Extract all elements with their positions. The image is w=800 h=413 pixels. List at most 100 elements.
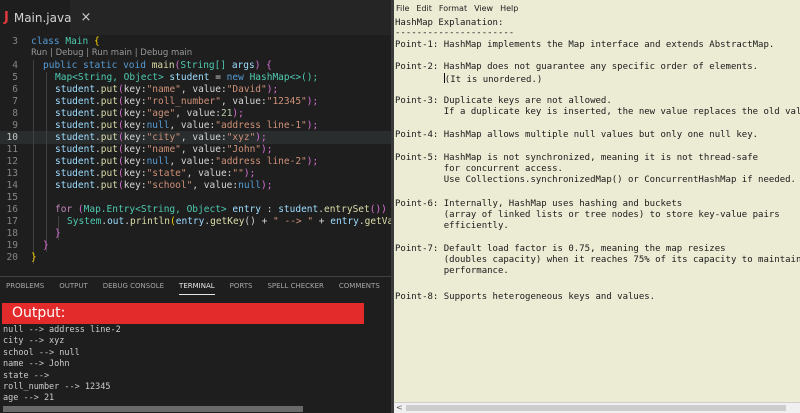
variable: entry — [330, 216, 359, 227]
code-line[interactable]: 5 Map<String, Object> student = new HashM… — [0, 72, 391, 84]
code-line[interactable]: 9 student.put(key:null, value:"address li… — [0, 120, 391, 132]
code-line[interactable]: 11 student.put(key:"name", value:"John"); — [0, 144, 391, 156]
operator: + — [313, 216, 331, 227]
variable: student — [55, 108, 96, 119]
code-line[interactable]: 10 student.put(key:"city", value:"xyz"); — [0, 132, 391, 144]
code-line[interactable]: 16 for (Map.Entry<String, Object> entry :… — [0, 204, 391, 216]
line-number: 10 — [6, 132, 18, 143]
code-text: Map<String, Object> student = new HashMa… — [55, 72, 318, 84]
keyword: public static void — [43, 60, 146, 71]
map-key: "name" — [146, 84, 181, 95]
type: Map<String, Object> — [55, 72, 164, 83]
codelens-run-debug[interactable]: Run | Debug | Run main | Debug main — [31, 48, 192, 58]
line-number: 4 — [12, 60, 18, 71]
operator: () + — [244, 216, 274, 227]
scrollbar-thumb[interactable] — [406, 405, 786, 411]
inlay-hint: value: — [232, 96, 267, 107]
map-key: "state" — [146, 168, 187, 179]
panel-tab-ports[interactable]: PORTS — [230, 277, 253, 295]
variable: student — [278, 204, 319, 215]
code-line[interactable]: 6 student.put(key:"name", value:"David"); — [0, 84, 391, 96]
comma: , — [186, 168, 199, 179]
paren: ); — [243, 168, 256, 179]
menu-edit[interactable]: Edit — [416, 2, 432, 15]
panel-tabs: PROBLEMS OUTPUT DEBUG CONSOLE TERMINAL PORTS… — [0, 277, 391, 295]
line-number: 15 — [6, 192, 18, 203]
notepad-line: performance. — [395, 266, 509, 276]
inlay-hint: value: — [180, 156, 216, 167]
field: out — [107, 216, 125, 227]
inlay-hint: key: — [123, 180, 147, 191]
map-key: "city" — [146, 132, 181, 143]
code-line[interactable]: 4 public static void main(String[] args) … — [0, 60, 391, 72]
code-text: } — [55, 228, 61, 240]
panel-tab-debug-console[interactable]: DEBUG CONSOLE — [103, 277, 164, 295]
method-call: put — [100, 144, 118, 155]
code-line[interactable]: 7 student.put(key:"roll_number", value:"1… — [0, 96, 391, 108]
inlay-hint: key: — [123, 132, 147, 143]
method-call: getValue — [364, 216, 391, 227]
operator: = — [215, 72, 221, 83]
paren: ); — [261, 144, 273, 155]
map-value: "" — [232, 168, 244, 179]
terminal-horizontal-scrollbar[interactable] — [3, 406, 303, 412]
code-line[interactable]: 8 student.put(key:"age", value:21); — [0, 108, 391, 120]
java-icon: J — [4, 10, 9, 25]
code-line[interactable]: 20} — [0, 252, 391, 264]
code-line[interactable]: 14 student.put(key:"school", value:null); — [0, 180, 391, 192]
variable: entry — [232, 204, 261, 215]
code-line[interactable]: 12 student.put(key:null, value:"address l… — [0, 156, 391, 168]
inlay-hint: key: — [123, 108, 147, 119]
output-line: city --> xyz — [3, 336, 65, 347]
scroll-left-arrow-icon[interactable]: < — [396, 403, 403, 413]
code-line[interactable]: 13 student.put(key:"state", value:""); — [0, 168, 391, 180]
comma: , — [175, 108, 187, 119]
class-name: System — [67, 216, 102, 227]
code-text: student.put(key:"roll_number", value:"12… — [55, 96, 318, 108]
brace: } — [31, 252, 37, 263]
brace: } — [43, 240, 49, 251]
notepad-horizontal-scrollbar[interactable]: < — [394, 402, 800, 413]
notepad-line: (It is unordered.) — [443, 73, 543, 85]
notepad-line: Point-5: HashMap is not synchronized, me… — [395, 153, 759, 163]
keyword: for — [55, 204, 73, 215]
code-editor[interactable]: Run | Debug | Run main | Debug main 3 cla… — [0, 36, 391, 276]
terminal-output[interactable]: null --> address line-2 city --> xyz schoo… — [3, 325, 388, 405]
line-number: 9 — [12, 120, 18, 131]
code-line[interactable]: 17 System.out.println(entry.getKey() + " … — [0, 216, 391, 228]
menu-format[interactable]: Format — [439, 2, 467, 15]
output-line: name --> John — [3, 359, 70, 370]
panel-tab-terminal[interactable]: TERMINAL — [179, 277, 215, 295]
string: " --> " — [273, 216, 314, 227]
method-call: put — [100, 96, 118, 107]
method-call: put — [100, 84, 118, 95]
menu-file[interactable]: File — [396, 2, 409, 15]
comma: , — [169, 120, 181, 131]
panel-tab-comments[interactable]: COMMENTS — [339, 277, 380, 295]
close-icon[interactable]: × — [80, 10, 91, 25]
map-value: 21 — [220, 108, 233, 119]
variable: student — [55, 168, 96, 179]
inlay-hint: value: — [180, 120, 216, 131]
menu-help[interactable]: Help — [500, 2, 518, 15]
line-number: 20 — [6, 252, 18, 263]
code-line[interactable]: 3 class Main { — [0, 36, 391, 48]
tab-main-java[interactable]: J Main.java × — [0, 0, 91, 35]
notepad-line: Point-6: Internally, HashMap uses hashin… — [395, 199, 683, 209]
notepad-line: efficiently. — [395, 221, 509, 231]
code-line[interactable]: 15 — [0, 192, 391, 204]
code-line[interactable]: 18} — [0, 228, 391, 240]
menu-view[interactable]: View — [474, 2, 493, 15]
panel-tab-problems[interactable]: PROBLEMS — [6, 277, 44, 295]
output-line: roll_number --> 12345 — [3, 381, 111, 392]
notepad-line: for concurrent access. — [395, 164, 563, 174]
code-line[interactable]: 19} — [0, 240, 391, 252]
panel-tab-output[interactable]: OUTPUT — [59, 277, 88, 295]
comma: , — [192, 180, 204, 191]
method-call: entrySet — [323, 204, 370, 215]
keyword: class — [31, 36, 60, 47]
map-key: "roll_number" — [146, 96, 221, 107]
line-number: 18 — [6, 228, 18, 239]
panel-tab-spell-checker[interactable]: SPELL CHECKER — [267, 277, 323, 295]
variable: student — [55, 132, 96, 143]
